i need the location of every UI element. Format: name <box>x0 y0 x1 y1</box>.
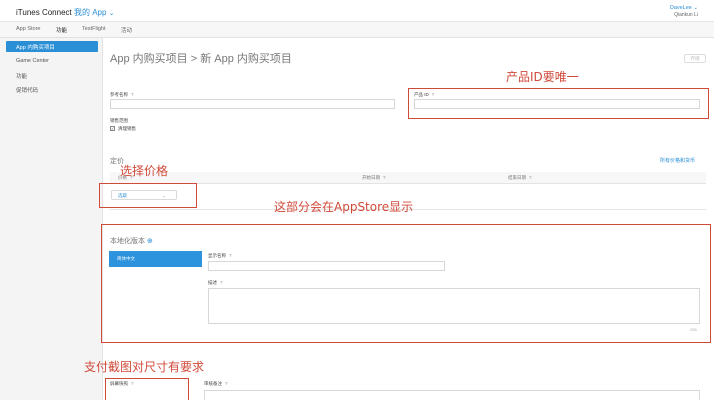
tab-app-store[interactable]: App Store <box>16 26 40 32</box>
col-end-date: 结束日期? <box>508 175 532 180</box>
brand[interactable]: iTunes Connect 我的 App ⌄ <box>16 7 115 18</box>
availability-checkbox[interactable]: ✓ <box>110 126 115 131</box>
col-start-date: 开始日期? <box>362 175 386 180</box>
user-name: DaveLee ⌄ <box>669 5 698 11</box>
help-icon: ? <box>131 92 134 97</box>
tab-bar: App Store 功能 TestFlight 活动 <box>0 22 714 38</box>
sidebar-item-game-center[interactable]: Game Center <box>6 56 98 67</box>
breadcrumb-parent[interactable]: App 内购买项目 <box>110 53 188 65</box>
availability-checkbox-label: 清理销售 <box>118 126 136 131</box>
review-notes-input[interactable] <box>204 390 700 400</box>
page-title: 新 App 内购买项目 <box>200 53 292 65</box>
tab-features[interactable]: 功能 <box>56 26 67 34</box>
breadcrumb-separator: > <box>190 53 198 65</box>
tab-activity[interactable]: 活动 <box>121 26 132 34</box>
top-bar: iTunes Connect 我的 App ⌄ DaveLee ⌄ Qianku… <box>0 0 714 22</box>
annotation-box-screenshot <box>105 378 189 400</box>
tab-testflight[interactable]: TestFlight <box>82 26 106 32</box>
review-notes-label: 审核备注? <box>204 381 228 386</box>
ref-name-text[interactable] <box>111 100 394 108</box>
availability-label: 销售范围 <box>110 118 128 123</box>
sidebar-item-promo-codes[interactable]: 促销代码 <box>6 84 98 95</box>
ref-name-label: 参考名称? <box>110 92 134 97</box>
annotation-appstore-section: 这部分会在AppStore显示 <box>274 200 414 214</box>
ref-name-input[interactable] <box>110 99 395 109</box>
user-sub: Qiankun Li <box>674 12 698 18</box>
annotation-box-product-id <box>408 88 709 119</box>
annotation-price: 选择价格 <box>120 164 169 178</box>
sidebar-item-iap[interactable]: App 内购买项目 <box>6 41 98 52</box>
all-prices-link[interactable]: 所有价格和货币 <box>660 157 695 164</box>
annotation-box-price <box>99 183 197 208</box>
breadcrumb: App 内购买项目 > 新 App 内购买项目 <box>110 50 292 66</box>
user-menu[interactable]: DaveLee ⌄ Qiankun Li <box>670 5 698 19</box>
annotation-screenshot: 支付截图对尺寸有要求 <box>84 360 205 374</box>
chevron-down-icon: ⌄ <box>108 10 115 17</box>
help-icon: ? <box>225 381 228 386</box>
pricing-table-header: 价格? 开始日期? 结束日期? <box>110 172 706 184</box>
annotation-product-id: 产品ID要唯一 <box>506 70 579 84</box>
annotation-box-localization <box>101 224 711 343</box>
save-button[interactable]: 存储 <box>684 54 706 63</box>
brand-title: iTunes Connect <box>16 8 72 17</box>
app-menu[interactable]: 我的 App <box>74 8 106 17</box>
sidebar-item-features[interactable]: 功能 <box>6 70 98 81</box>
sidebar: App 内购买项目 Game Center 功能 促销代码 <box>0 38 103 400</box>
